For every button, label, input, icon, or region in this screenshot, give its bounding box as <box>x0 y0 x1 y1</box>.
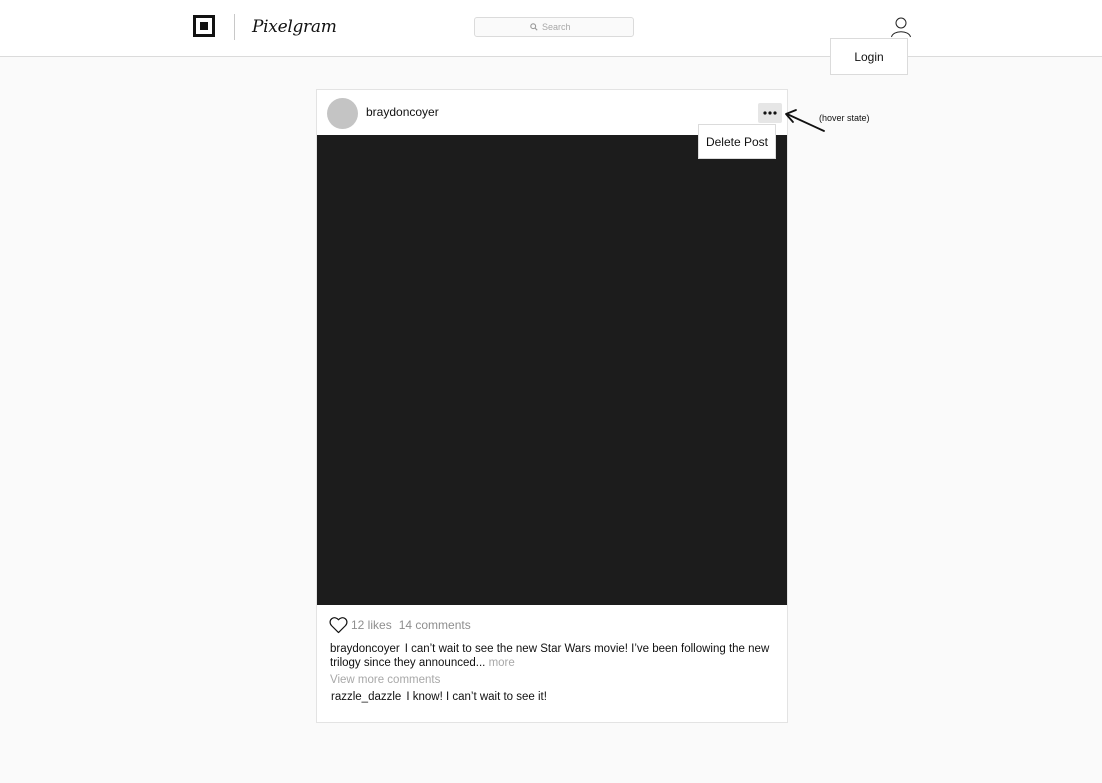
logo-icon[interactable] <box>193 15 215 37</box>
comment-item: razzle_dazzle I know! I can’t wait to see… <box>331 691 547 703</box>
search-box[interactable] <box>474 17 634 37</box>
more-options-button[interactable] <box>758 103 782 123</box>
post-caption: braydoncoyer I can’t wait to see the new … <box>330 642 770 670</box>
brand-name[interactable]: Pixelgram <box>252 14 337 40</box>
annotation-label: (hover state) <box>819 113 870 123</box>
logo-icon-inner <box>200 22 208 30</box>
logo-divider <box>234 14 235 40</box>
post-username[interactable]: braydoncoyer <box>366 105 439 119</box>
top-nav-bar: Pixelgram <box>0 0 1102 57</box>
delete-post-menu-item[interactable]: Delete Post <box>698 124 776 159</box>
comment-text: I know! I can’t wait to see it! <box>406 691 547 703</box>
more-dots-icon <box>763 111 777 115</box>
post-card: braydoncoyer Delete Post 12 likes 14 com… <box>316 89 788 723</box>
caption-more-link[interactable]: more <box>489 657 515 669</box>
avatar[interactable] <box>327 98 358 129</box>
login-menu-item[interactable]: Login <box>830 38 908 75</box>
heart-icon[interactable] <box>329 616 348 634</box>
comment-username[interactable]: razzle_dazzle <box>331 691 401 703</box>
search-input[interactable] <box>542 22 578 32</box>
caption-username[interactable]: braydoncoyer <box>330 643 400 655</box>
post-actions: 12 likes 14 comments <box>329 615 471 635</box>
post-image[interactable] <box>317 135 787 605</box>
comments-count[interactable]: 14 comments <box>399 618 471 632</box>
user-icon[interactable] <box>890 16 912 38</box>
likes-count: 12 likes <box>351 618 392 632</box>
view-more-comments-link[interactable]: View more comments <box>330 674 440 686</box>
search-icon <box>530 23 538 31</box>
